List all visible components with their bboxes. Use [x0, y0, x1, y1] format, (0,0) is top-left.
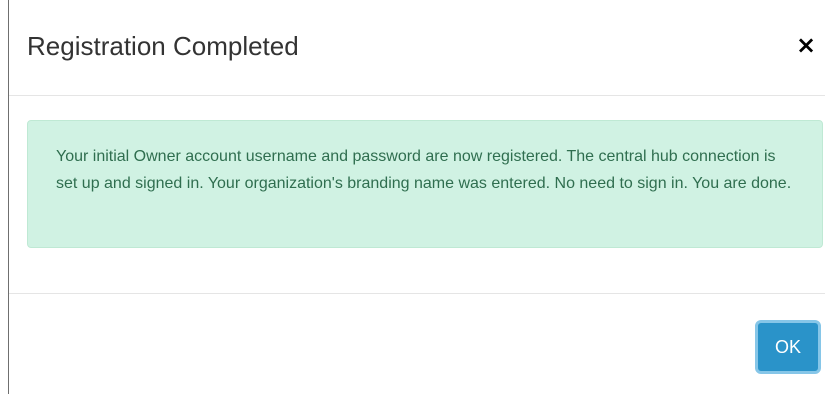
ok-button[interactable]: OK [755, 320, 821, 374]
close-icon: × [795, 31, 817, 59]
success-message: Your initial Owner account username and … [56, 148, 792, 192]
dialog-header: Registration Completed × [9, 0, 825, 96]
success-alert: Your initial Owner account username and … [27, 120, 823, 248]
registration-dialog: Registration Completed × Your initial Ow… [8, 0, 825, 394]
dialog-title: Registration Completed [27, 31, 299, 61]
close-button[interactable]: × [794, 30, 818, 60]
dialog-footer: OK [9, 293, 825, 394]
dialog-body: Your initial Owner account username and … [9, 96, 825, 294]
